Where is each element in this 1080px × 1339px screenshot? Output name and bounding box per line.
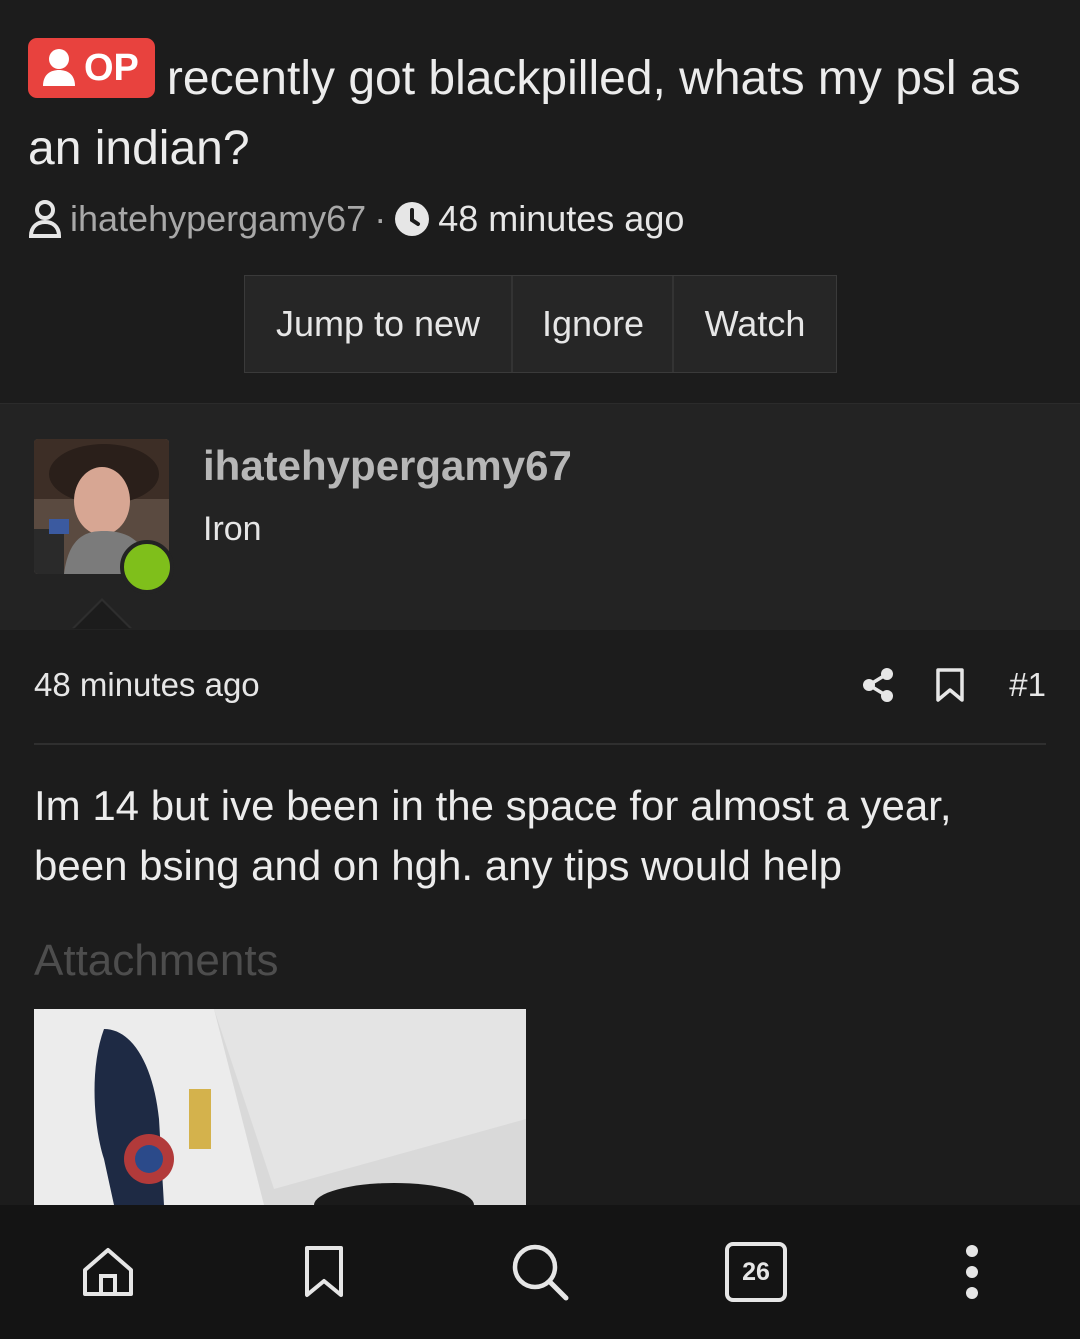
- clock-icon: [395, 202, 430, 236]
- thread-title: OP recently got blackpilled, whats my ps…: [28, 38, 1038, 184]
- post-user-block: ihatehypergamy67 Iron: [0, 403, 1080, 631]
- jump-to-new-button[interactable]: Jump to new: [245, 276, 513, 372]
- thread-author[interactable]: ihatehypergamy67: [70, 198, 366, 240]
- user-icon: [28, 200, 62, 238]
- more-icon: [966, 1245, 978, 1299]
- ignore-button[interactable]: Ignore: [513, 276, 674, 372]
- user-icon: [43, 49, 75, 86]
- watch-button[interactable]: Watch: [674, 276, 836, 372]
- bookmarks-button[interactable]: [279, 1227, 369, 1317]
- thread-button-group: Jump to new Ignore Watch: [244, 275, 837, 373]
- share-icon: [863, 668, 894, 702]
- meta-separator: ·: [374, 198, 387, 239]
- thread-header: OP recently got blackpilled, whats my ps…: [0, 0, 1080, 403]
- op-badge-label: OP: [84, 47, 139, 89]
- attachments-label: Attachments: [34, 936, 279, 985]
- post-number-link[interactable]: #1: [1009, 666, 1046, 704]
- op-badge: OP: [28, 38, 155, 98]
- user-rank: Iron: [203, 510, 262, 548]
- post-time[interactable]: 48 minutes ago: [34, 666, 260, 704]
- message-caret: [74, 601, 130, 629]
- post-actions: #1: [821, 662, 1046, 708]
- bottom-navigation: 26: [0, 1205, 1080, 1339]
- bookmark-icon: [936, 668, 965, 702]
- home-icon: [83, 1248, 133, 1296]
- search-icon: [512, 1244, 569, 1301]
- attachment-photo: [34, 1009, 526, 1205]
- online-status-dot: [120, 540, 174, 594]
- bookmark-icon: [305, 1246, 343, 1297]
- share-button[interactable]: [861, 667, 895, 703]
- thread-meta: ihatehypergamy67 · 48 minutes ago: [28, 196, 684, 242]
- thread-title-text: recently got blackpilled, whats my psl a…: [28, 52, 1021, 175]
- more-menu-button[interactable]: [927, 1227, 1017, 1317]
- post-body: Im 14 but ive been in the space for almo…: [34, 782, 952, 889]
- home-button[interactable]: [63, 1227, 153, 1317]
- attachment-thumbnail[interactable]: [34, 1009, 526, 1205]
- post-divider: [34, 743, 1046, 745]
- post-message: 48 minutes ago #1 Im 14 but ive been in …: [0, 630, 1080, 1205]
- bookmark-post-button[interactable]: [935, 667, 965, 703]
- avatar[interactable]: [34, 439, 174, 594]
- tabs-icon: 26: [725, 1242, 787, 1302]
- thread-time[interactable]: 48 minutes ago: [438, 198, 684, 240]
- search-button[interactable]: [495, 1227, 585, 1317]
- tabs-button[interactable]: 26: [711, 1227, 801, 1317]
- post-username[interactable]: ihatehypergamy67: [203, 442, 572, 490]
- tabs-count: 26: [742, 1257, 770, 1286]
